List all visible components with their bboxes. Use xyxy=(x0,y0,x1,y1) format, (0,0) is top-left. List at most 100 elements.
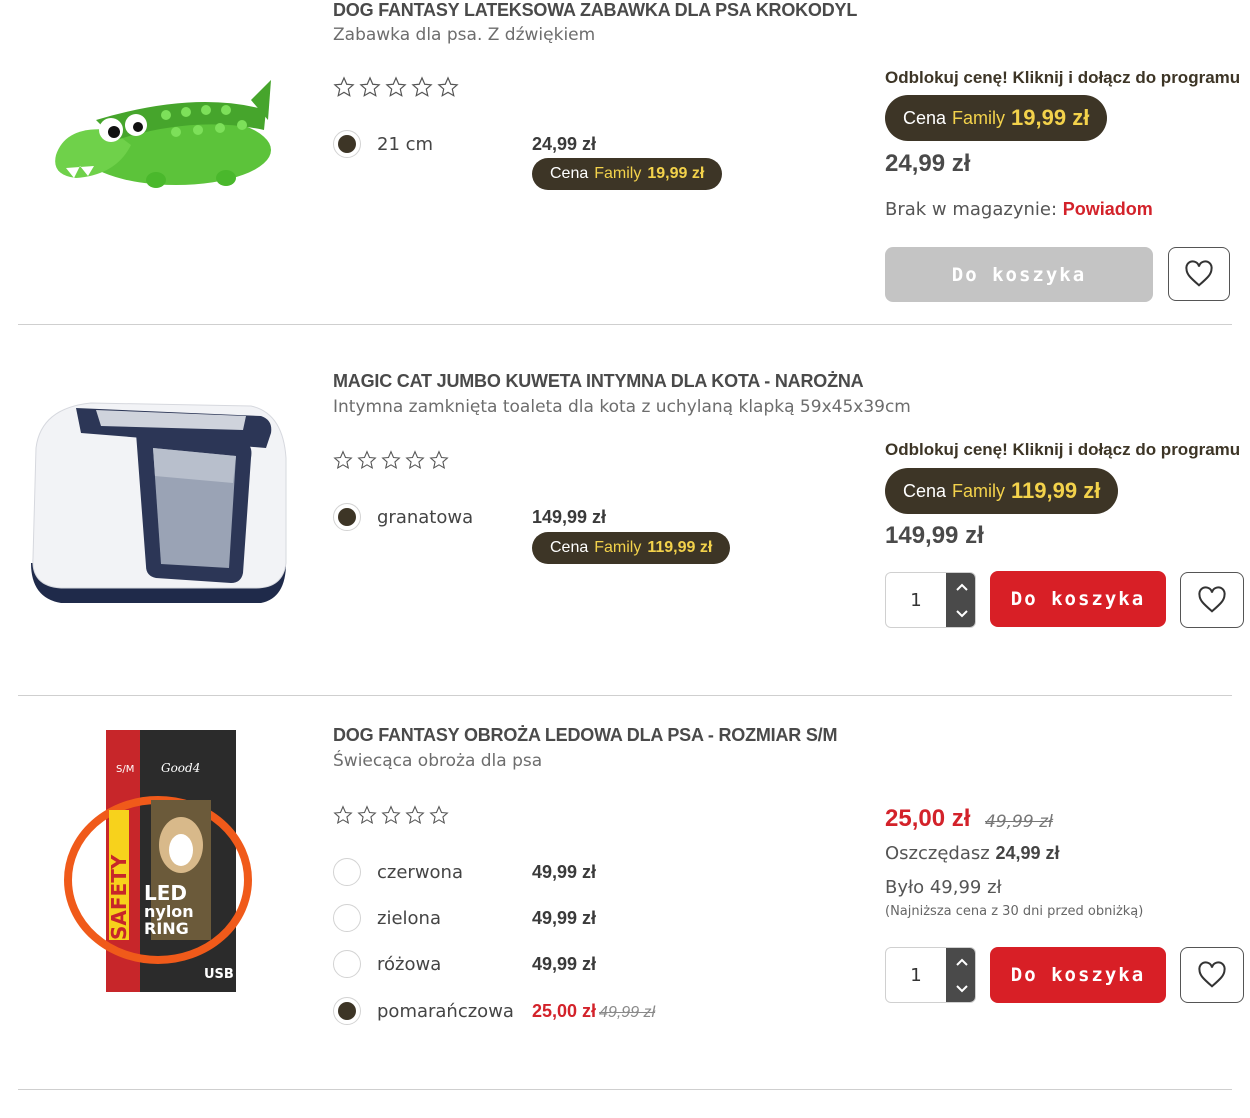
radio-selected-dot xyxy=(338,508,356,526)
star-outline-icon xyxy=(411,76,433,97)
variant-option[interactable]: zielona 49,99 zł xyxy=(333,901,733,935)
savings-amount: 24,99 zł xyxy=(995,843,1060,863)
product-subtitle: Intymna zamknięta toaleta dla kota z uch… xyxy=(333,397,911,417)
quantity-input[interactable]: 1 xyxy=(886,573,946,627)
quantity-increase-button[interactable] xyxy=(946,948,975,976)
family-price-label: Cena xyxy=(903,480,947,501)
family-word: Family xyxy=(952,107,1006,128)
product-title[interactable]: DOG FANTASY OBROŻA LEDOWA DLA PSA - ROZM… xyxy=(333,725,837,746)
quantity-input[interactable]: 1 xyxy=(886,948,946,1002)
star-outline-icon xyxy=(385,76,407,97)
add-to-cart-button[interactable]: Do koszyka xyxy=(990,571,1166,627)
radio-selected-dot xyxy=(338,1002,356,1020)
variant-option[interactable]: granatowa 149,99 zł xyxy=(333,500,733,534)
rating-stars[interactable] xyxy=(333,805,449,825)
variant-radio[interactable] xyxy=(333,858,361,886)
star-outline-icon xyxy=(357,805,377,825)
variant-label: pomarańczowa xyxy=(377,1000,514,1022)
variant-price: 49,99 zł xyxy=(532,861,597,882)
variant-price: 24,99 zł xyxy=(532,133,597,154)
product-title[interactable]: MAGIC CAT JUMBO KUWETA INTYMNA DLA KOTA … xyxy=(333,371,864,392)
quantity-decrease-button[interactable] xyxy=(946,600,975,627)
star-outline-icon xyxy=(381,450,401,470)
family-promo-text[interactable]: Odblokuj cenę! Kliknij i dołącz do progr… xyxy=(885,440,1240,460)
variant-price: 49,99 zł xyxy=(532,953,597,974)
variant-price: 49,99 zł xyxy=(532,907,597,928)
variant-radio[interactable] xyxy=(333,130,361,158)
add-to-cart-button[interactable]: Do koszyka xyxy=(885,247,1153,302)
product-image[interactable] xyxy=(18,385,294,625)
family-price-label: Cena xyxy=(550,539,589,556)
star-outline-icon xyxy=(357,450,377,470)
variant-radio[interactable] xyxy=(333,503,361,531)
previous-price-text: Było 49,99 zł xyxy=(885,877,1002,898)
wishlist-button[interactable] xyxy=(1168,247,1230,301)
star-outline-icon xyxy=(429,450,449,470)
quantity-stepper[interactable]: 1 xyxy=(885,947,976,1003)
family-price-value: 19,99 zł xyxy=(647,165,705,182)
star-outline-icon xyxy=(333,76,355,97)
product-title[interactable]: DOG FANTASY LATEKSOWA ZABAWKA DLA PSA KR… xyxy=(333,0,857,21)
product-card: DOG FANTASY LATEKSOWA ZABAWKA DLA PSA KR… xyxy=(0,0,1250,325)
star-outline-icon xyxy=(405,805,425,825)
family-price-badge[interactable]: Cena Family 19,99 zł xyxy=(885,95,1108,141)
heart-outline-icon xyxy=(1185,260,1213,287)
quantity-decrease-button[interactable] xyxy=(946,975,975,1002)
chevron-down-icon xyxy=(955,984,968,992)
old-price: 49,99 zł xyxy=(985,812,1053,832)
star-outline-icon xyxy=(333,450,353,470)
package-usb-text: USB xyxy=(204,967,234,982)
variant-sale-price: 25,00 zł xyxy=(532,1000,597,1021)
variant-family-price-badge: Cena Family 119,99 zł xyxy=(532,532,731,564)
product-image[interactable]: S/M Good4 SAFETY LED nylon RING USB xyxy=(18,730,294,994)
cat-litter-box-image xyxy=(31,401,287,603)
variant-radio[interactable] xyxy=(333,997,361,1025)
savings-label: Oszczędasz xyxy=(885,843,990,864)
quantity-stepper[interactable]: 1 xyxy=(885,572,976,628)
savings-text: Oszczędasz 24,99 zł xyxy=(885,843,1059,864)
family-word: Family xyxy=(594,165,642,182)
family-price-badge[interactable]: Cena Family 119,99 zł xyxy=(885,468,1119,514)
notify-link[interactable]: Powiadom xyxy=(1063,199,1153,219)
variant-option[interactable]: pomarańczowa 25,00 zł 49,99 zł xyxy=(333,994,733,1028)
product-price: 24,99 zł xyxy=(885,150,971,177)
radio-selected-dot xyxy=(338,135,356,153)
wishlist-button[interactable] xyxy=(1180,572,1244,628)
rating-stars[interactable] xyxy=(333,450,449,470)
quantity-increase-button[interactable] xyxy=(946,573,975,601)
variant-label: czerwona xyxy=(377,861,463,883)
crocodile-toy-image xyxy=(55,80,271,188)
variant-price: 25,00 zł 49,99 zł xyxy=(532,1001,655,1022)
product-subtitle: Świecąca obroża dla psa xyxy=(333,751,543,771)
rating-stars[interactable] xyxy=(333,76,459,98)
product-subtitle: Zabawka dla psa. Z dźwiękiem xyxy=(333,25,596,45)
variant-option[interactable]: 21 cm 24,99 zł xyxy=(333,127,733,161)
product-divider xyxy=(18,1089,1232,1090)
package-size-text: S/M xyxy=(116,764,134,775)
variant-radio[interactable] xyxy=(333,950,361,978)
variant-option[interactable]: czerwona 49,99 zł xyxy=(333,855,733,889)
wishlist-button[interactable] xyxy=(1180,947,1244,1003)
package-ring-text: RING xyxy=(144,919,189,938)
product-image[interactable] xyxy=(18,60,294,210)
sale-price: 25,00 zł xyxy=(885,805,971,832)
chevron-down-icon xyxy=(955,609,968,617)
family-price-value: 119,99 zł xyxy=(647,539,713,556)
star-outline-icon xyxy=(437,76,459,97)
chevron-up-icon xyxy=(955,958,968,966)
variant-option[interactable]: różowa 49,99 zł xyxy=(333,947,733,981)
led-dog-collar-package-image: S/M Good4 SAFETY LED nylon RING USB xyxy=(64,730,252,992)
family-price-value: 19,99 zł xyxy=(1011,105,1090,130)
family-word: Family xyxy=(952,480,1006,501)
variant-radio[interactable] xyxy=(333,904,361,932)
family-promo-text[interactable]: Odblokuj cenę! Kliknij i dołącz do progr… xyxy=(885,68,1240,88)
variant-family-price-badge: Cena Family 19,99 zł xyxy=(532,158,723,190)
variant-label: granatowa xyxy=(377,506,474,528)
add-to-cart-button[interactable]: Do koszyka xyxy=(990,947,1166,1003)
family-word: Family xyxy=(594,539,642,556)
family-price-label: Cena xyxy=(903,107,947,128)
product-card: MAGIC CAT JUMBO KUWETA INTYMNA DLA KOTA … xyxy=(0,325,1250,695)
package-brand-text: Good4 xyxy=(161,761,200,775)
product-card: S/M Good4 SAFETY LED nylon RING USB DOG … xyxy=(0,696,1250,1090)
variant-label: różowa xyxy=(377,953,442,975)
